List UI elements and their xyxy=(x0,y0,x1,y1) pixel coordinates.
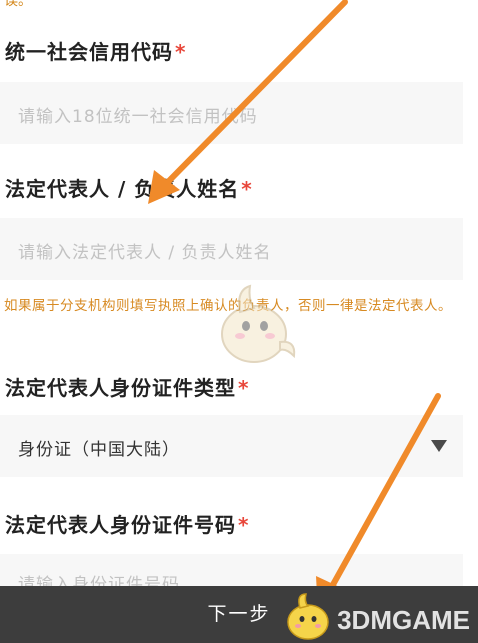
required-mark: * xyxy=(238,513,250,537)
credit-code-label-text: 统一社会信用代码 xyxy=(5,40,173,64)
watermark-mascot-icon xyxy=(287,593,329,640)
required-mark: * xyxy=(241,177,253,201)
id-number-label: 法定代表人身份证件号码 * xyxy=(5,509,249,538)
id-type-label-text: 法定代表人身份证件类型 xyxy=(5,376,236,400)
form-page: { "top_note": "误。", "fields": { "credit_… xyxy=(0,0,478,643)
id-type-selected-value: 身份证（中国大陆） xyxy=(18,440,180,460)
required-mark: * xyxy=(175,40,187,64)
id-type-label: 法定代表人身份证件类型 * xyxy=(5,372,249,401)
watermark-text: 3DMGAME xyxy=(337,605,470,635)
credit-code-label: 统一社会信用代码 * xyxy=(5,36,186,65)
legal-rep-name-label-text: 法定代表人 / 负责人姓名 xyxy=(5,177,240,201)
id-number-label-text: 法定代表人身份证件号码 xyxy=(5,513,236,537)
id-type-select[interactable]: 身份证（中国大陆） xyxy=(0,415,463,477)
legal-rep-name-input[interactable]: 请输入法定代表人 / 负责人姓名 xyxy=(0,218,463,280)
mascot-watermark-icon xyxy=(221,284,296,363)
legal-rep-name-label: 法定代表人 / 负责人姓名 * xyxy=(5,173,253,202)
credit-code-placeholder: 请输入18位统一社会信用代码 xyxy=(18,107,258,127)
required-mark: * xyxy=(238,376,250,400)
top-note: 误。 xyxy=(4,0,32,9)
credit-code-input[interactable]: 请输入18位统一社会信用代码 xyxy=(0,82,463,144)
dropdown-caret-icon[interactable] xyxy=(431,440,447,452)
legal-rep-name-placeholder: 请输入法定代表人 / 负责人姓名 xyxy=(18,243,272,263)
